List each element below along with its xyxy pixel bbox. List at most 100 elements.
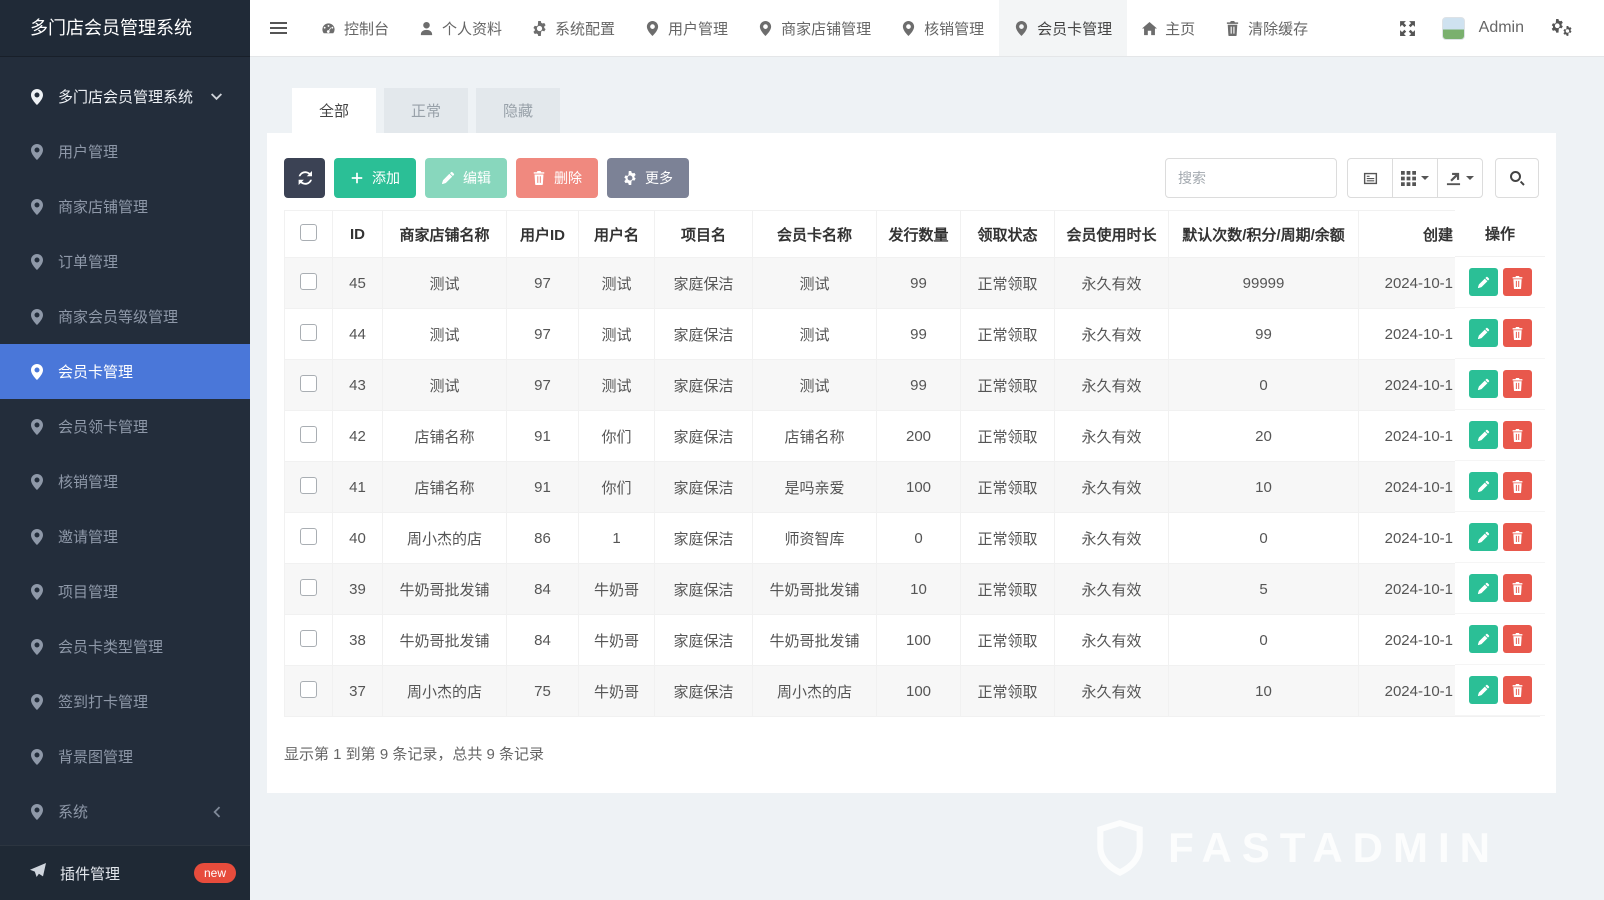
cell-check	[285, 411, 333, 462]
row-checkbox[interactable]	[300, 477, 317, 494]
topnav-item[interactable]: 商家店铺管理	[743, 0, 886, 56]
topnav-item[interactable]: 系统配置	[517, 0, 630, 56]
sidebar-item[interactable]: 用户管理	[0, 124, 250, 179]
topnav-item[interactable]: 控制台	[306, 0, 404, 56]
add-button-label: 添加	[372, 168, 400, 188]
actions-cell	[1455, 563, 1545, 614]
cell-id: 38	[333, 615, 383, 666]
row-checkbox[interactable]	[300, 630, 317, 647]
topnav-item-label: 清除缓存	[1248, 18, 1308, 39]
topnav-item[interactable]: 个人资料	[404, 0, 517, 56]
row-checkbox[interactable]	[300, 528, 317, 545]
more-button[interactable]: 更多	[607, 158, 689, 198]
edit-button[interactable]: 编辑	[425, 158, 507, 198]
row-edit-button[interactable]	[1469, 676, 1498, 704]
row-edit-button[interactable]	[1469, 421, 1498, 449]
cell-defaults: 5	[1169, 564, 1359, 615]
row-delete-button[interactable]	[1503, 421, 1532, 449]
topnav-item[interactable]: 清除缓存	[1210, 0, 1323, 56]
sidebar-item[interactable]: 会员卡类型管理	[0, 619, 250, 674]
cell-card_name: 牛奶哥批发铺	[753, 564, 877, 615]
topnav-item[interactable]: 会员卡管理	[999, 0, 1127, 56]
cell-user_name: 牛奶哥	[579, 666, 655, 717]
pin-icon	[30, 749, 43, 765]
column-header: 会员卡名称	[753, 211, 877, 258]
row-delete-button[interactable]	[1503, 472, 1532, 500]
topnav-item[interactable]: 主页	[1127, 0, 1210, 56]
sidebar-item[interactable]: 背景图管理	[0, 729, 250, 784]
row-checkbox[interactable]	[300, 579, 317, 596]
sidebar-item[interactable]: 商家店铺管理	[0, 179, 250, 234]
cell-card_name: 周小杰的店	[753, 666, 877, 717]
settings-gears-icon[interactable]	[1550, 19, 1574, 37]
cell-issue: 200	[877, 411, 961, 462]
search-button[interactable]	[1495, 158, 1539, 198]
cell-duration: 永久有效	[1055, 615, 1169, 666]
row-delete-button[interactable]	[1503, 625, 1532, 653]
cell-status: 正常领取	[961, 360, 1055, 411]
select-all-checkbox[interactable]	[300, 224, 317, 241]
table-header: ID商家店铺名称用户ID用户名项目名会员卡名称发行数量领取状态会员使用时长默认次…	[285, 211, 1540, 258]
cell-user_id: 86	[507, 513, 579, 564]
fastadmin-logo-icon	[1092, 820, 1148, 876]
fullscreen-icon[interactable]	[1399, 20, 1416, 37]
add-button[interactable]: 添加	[334, 158, 416, 198]
detail-view-button[interactable]	[1347, 158, 1393, 198]
sidebar-item[interactable]: 签到打卡管理	[0, 674, 250, 729]
row-delete-button[interactable]	[1503, 523, 1532, 551]
row-checkbox[interactable]	[300, 375, 317, 392]
sidebar-item[interactable]: 商家会员等级管理	[0, 289, 250, 344]
cell-defaults: 0	[1169, 615, 1359, 666]
row-edit-button[interactable]	[1469, 574, 1498, 602]
row-edit-button[interactable]	[1469, 268, 1498, 296]
sidebar-item[interactable]: 会员领卡管理	[0, 399, 250, 454]
columns-button[interactable]	[1392, 158, 1438, 198]
row-checkbox[interactable]	[300, 426, 317, 443]
tab-全部[interactable]: 全部	[292, 88, 376, 133]
sidebar-item[interactable]: 邀请管理	[0, 509, 250, 564]
row-delete-button[interactable]	[1503, 574, 1532, 602]
row-checkbox[interactable]	[300, 681, 317, 698]
table-row: 40周小杰的店861家庭保洁师资智库0正常领取永久有效02024-10-1	[285, 513, 1540, 564]
chevron-left-icon	[211, 808, 222, 816]
row-edit-button[interactable]	[1469, 370, 1498, 398]
sidebar-item[interactable]: 订单管理	[0, 234, 250, 289]
sidebar-item-plugin[interactable]: 插件管理 new	[0, 845, 250, 900]
row-delete-button[interactable]	[1503, 319, 1532, 347]
export-button[interactable]	[1437, 158, 1483, 198]
trash-icon	[1511, 531, 1524, 544]
row-edit-button[interactable]	[1469, 625, 1498, 653]
row-checkbox[interactable]	[300, 324, 317, 341]
tab-隐藏[interactable]: 隐藏	[476, 88, 560, 133]
row-delete-button[interactable]	[1503, 268, 1532, 296]
pencil-icon	[1477, 633, 1490, 646]
pin-icon	[30, 639, 43, 655]
username[interactable]: Admin	[1479, 19, 1524, 37]
sidebar-item[interactable]: 项目管理	[0, 564, 250, 619]
sidebar-item-label: 会员卡类型管理	[58, 636, 163, 657]
refresh-button[interactable]	[284, 158, 325, 198]
menu-toggle-button[interactable]	[250, 0, 306, 56]
cell-shop: 测试	[383, 309, 507, 360]
row-delete-button[interactable]	[1503, 370, 1532, 398]
row-edit-button[interactable]	[1469, 319, 1498, 347]
search-input[interactable]	[1165, 158, 1337, 198]
row-edit-button[interactable]	[1469, 523, 1498, 551]
sidebar-item[interactable]: 核销管理	[0, 454, 250, 509]
sidebar-item[interactable]: 系统	[0, 784, 250, 839]
sidebar-item[interactable]: 多门店会员管理系统	[0, 69, 250, 124]
row-checkbox[interactable]	[300, 273, 317, 290]
delete-button[interactable]: 删除	[516, 158, 598, 198]
tab-正常[interactable]: 正常	[384, 88, 468, 133]
topnav-item[interactable]: 核销管理	[886, 0, 999, 56]
sidebar-item[interactable]: 会员卡管理	[0, 344, 250, 399]
topnav-item[interactable]: 用户管理	[630, 0, 743, 56]
cell-id: 42	[333, 411, 383, 462]
cell-duration: 永久有效	[1055, 360, 1169, 411]
cell-card_name: 是吗亲爱	[753, 462, 877, 513]
trash-icon	[1511, 480, 1524, 493]
avatar[interactable]	[1442, 17, 1465, 40]
row-edit-button[interactable]	[1469, 472, 1498, 500]
pagination-info: 显示第 1 到第 9 条记录，总共 9 条记录	[284, 743, 1539, 764]
row-delete-button[interactable]	[1503, 676, 1532, 704]
